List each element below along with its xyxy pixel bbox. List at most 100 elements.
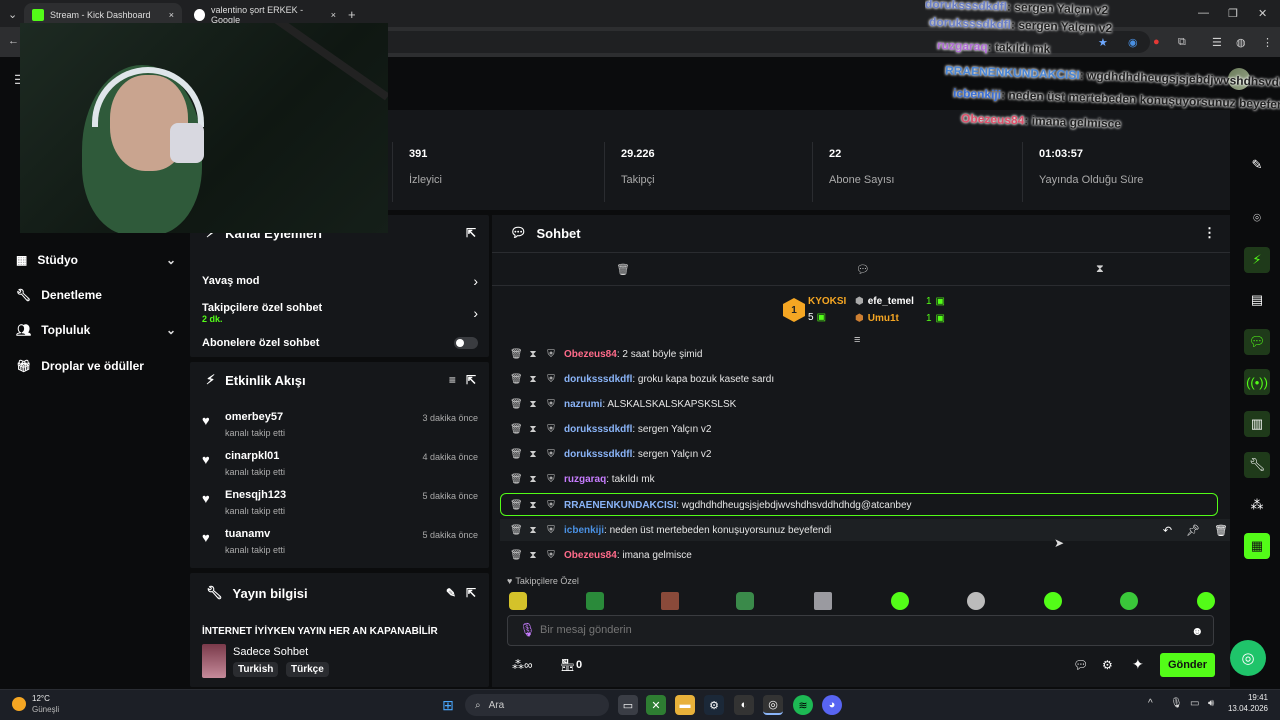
chat-username[interactable]: RRAENENKUNDAKCISI [564, 500, 676, 511]
ban-shield-icon[interactable]: ⛨ [546, 374, 556, 385]
ban-shield-icon[interactable]: ⛨ [546, 550, 556, 561]
activity-user[interactable]: Enesqjh123 [225, 489, 286, 501]
windows-start-icon[interactable]: ⊞ [438, 695, 458, 715]
microphone-tray-icon[interactable]: 🎙︎ [1170, 698, 1183, 709]
delete-message-icon[interactable]: 🗑︎ [510, 449, 523, 460]
chat-bubble-icon[interactable]: 💬︎ [1073, 658, 1088, 672]
tab-list-icon[interactable]: ⌄ [8, 8, 17, 21]
layout-icon[interactable]: ▥ [1244, 411, 1270, 437]
chat-username[interactable]: Obezeus84 [564, 349, 617, 360]
entry-name[interactable]: Umu1t [868, 313, 899, 324]
settings-gear-icon[interactable]: ⚙ [1102, 658, 1113, 672]
emote-face[interactable] [661, 592, 679, 610]
store-icon[interactable]: 🏪︎ [560, 658, 575, 672]
file-explorer-icon[interactable]: ▬ [675, 695, 695, 715]
task-view-icon[interactable]: ▭ [618, 695, 638, 715]
chat-bubble-icon[interactable]: 💬︎ [856, 263, 870, 276]
emote-robot[interactable] [967, 592, 985, 610]
broadcast-icon[interactable]: ((•)) [1244, 369, 1270, 395]
chat-bubble-icon[interactable]: 💬︎ [1244, 329, 1270, 355]
community-icon[interactable]: ⁂∞ [512, 658, 533, 672]
weather-desc[interactable]: Güneşli [32, 705, 59, 714]
ban-shield-icon[interactable]: ⛨ [546, 449, 556, 460]
emote-kick-spin[interactable] [1120, 592, 1138, 610]
hourglass-icon[interactable]: ⧗ [1096, 263, 1104, 276]
activity-user[interactable]: cinarpkl01 [225, 450, 279, 462]
timeout-icon[interactable]: ⧗ [528, 424, 538, 435]
followers-only-row[interactable]: Takipçilere özel sohbet 2 dk. › [202, 300, 478, 326]
edit-pencil-icon[interactable]: ✎ [1244, 152, 1270, 178]
entry-name[interactable]: efe_temel [868, 296, 914, 307]
emote-tv[interactable] [586, 592, 604, 610]
emote-kick-laugh[interactable] [1044, 592, 1062, 610]
app-icon[interactable]: ◐ [734, 695, 754, 715]
pin-icon[interactable]: 📌︎ [1186, 524, 1200, 537]
delete-message-icon[interactable]: 🗑︎ [510, 399, 523, 410]
tab-close-icon[interactable]: × [169, 10, 174, 20]
document-icon[interactable]: ▤ [1244, 287, 1270, 313]
filter-icon[interactable]: ≡ [449, 373, 456, 387]
stream-category[interactable]: Sadece Sohbet [233, 646, 308, 658]
tab-close-icon[interactable]: × [331, 10, 336, 20]
emote-kick-smile[interactable] [1197, 592, 1215, 610]
delete-message-icon[interactable]: 🗑︎ [510, 424, 523, 435]
weather-temp[interactable]: 12°C [32, 694, 50, 703]
chat-username[interactable]: doruksssdkdfl [564, 449, 632, 460]
slow-mode-row[interactable]: Yavaş mod › [202, 272, 478, 290]
activity-user[interactable]: omerbey57 [225, 411, 283, 423]
xbox-icon[interactable]: ✕ [646, 695, 666, 715]
timeout-icon[interactable]: ⧗ [528, 399, 538, 410]
reply-icon[interactable]: ↶ [1163, 524, 1172, 537]
clock-date[interactable]: 13.04.2026 [1218, 704, 1268, 713]
clock-time[interactable]: 19:41 [1228, 693, 1268, 702]
edit-pencil-icon[interactable]: ✎ [446, 586, 456, 600]
wrench-icon[interactable]: 🔧︎ [1244, 452, 1270, 478]
nav-studio[interactable]: ▦ Stüdyo ⌄ [16, 248, 176, 272]
clip-icon[interactable]: ▦ [1244, 533, 1270, 559]
emote-cat[interactable] [509, 592, 527, 610]
chrome-icon[interactable]: ◎ [763, 695, 783, 715]
steam-icon[interactable]: ⚙ [704, 695, 724, 715]
nav-moderation[interactable]: 🔧︎ Denetleme [16, 283, 176, 307]
more-options-icon[interactable]: ⋮ [1203, 225, 1216, 241]
chat-username[interactable]: ruzgaraq [564, 474, 606, 485]
chat-username[interactable]: nazrumi [564, 399, 602, 410]
chat-message-input[interactable] [540, 620, 1180, 640]
emoji-icon[interactable]: ☻ [1191, 624, 1204, 638]
delete-message-icon[interactable]: 🗑︎ [510, 349, 523, 360]
kick-gift-icon[interactable]: ✦ [1132, 656, 1144, 673]
emote-frog[interactable] [736, 592, 754, 610]
spotify-icon[interactable]: ≋ [793, 695, 813, 715]
ban-shield-icon[interactable]: ⛨ [546, 399, 556, 410]
delete-message-icon[interactable]: 🗑︎ [510, 525, 523, 536]
ban-shield-icon[interactable]: ⛨ [546, 474, 556, 485]
chat-username[interactable]: icbenkiji [564, 525, 604, 536]
trash-icon[interactable]: 🗑︎ [616, 263, 630, 276]
network-icon[interactable]: ▭ [1190, 698, 1199, 709]
expand-leaderboard-icon[interactable]: ≡ [854, 334, 860, 346]
timeout-icon[interactable]: ⧗ [528, 474, 538, 485]
delete-message-icon[interactable]: 🗑︎ [510, 474, 523, 485]
delete-icon[interactable]: 🗑︎ [1214, 524, 1228, 537]
delete-message-icon[interactable]: 🗑︎ [510, 550, 523, 561]
leaderboard-top-name[interactable]: KYOKSI [808, 296, 846, 307]
camera-icon[interactable]: ⌾ [1244, 205, 1270, 231]
timeout-icon[interactable]: ⧗ [528, 374, 538, 385]
emote-kick-green[interactable] [891, 592, 909, 610]
stream-tag[interactable]: Türkçe [286, 662, 329, 677]
timeout-icon[interactable]: ⧗ [528, 500, 538, 511]
new-tab-button[interactable]: + [348, 7, 356, 22]
volume-icon[interactable]: 🔊︎ [1208, 698, 1214, 709]
ban-shield-icon[interactable]: ⛨ [546, 500, 556, 511]
activity-user[interactable]: tuanamv [225, 528, 270, 540]
timeout-icon[interactable]: ⧗ [528, 349, 538, 360]
chat-username[interactable]: doruksssdkdfl [564, 374, 632, 385]
timeout-icon[interactable]: ⧗ [528, 449, 538, 460]
tray-expand-icon[interactable]: ^ [1148, 698, 1153, 709]
taskbar-search[interactable]: ⌕ Ara [465, 694, 609, 716]
discord-icon[interactable]: ◕ [822, 695, 842, 715]
ban-shield-icon[interactable]: ⛨ [546, 349, 556, 360]
stream-tag[interactable]: Turkish [233, 662, 279, 677]
support-headset-icon[interactable]: ◎ [1230, 640, 1266, 676]
chat-username[interactable]: Obezeus84 [564, 550, 617, 561]
